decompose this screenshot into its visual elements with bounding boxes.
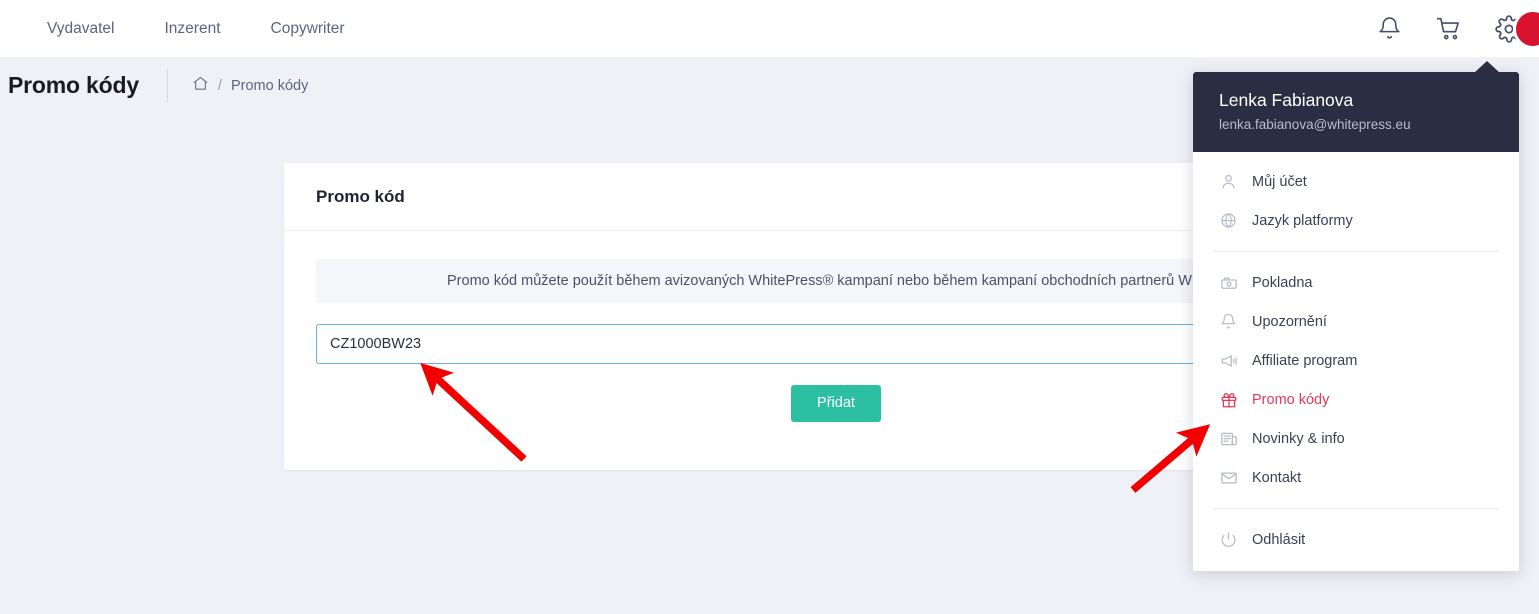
menu-item-label: Promo kódy (1252, 391, 1330, 408)
topnav-item-vydavatel[interactable]: Vydavatel (22, 0, 140, 57)
home-icon[interactable] (192, 75, 209, 96)
menu-item-upozorneni[interactable]: Upozornění (1193, 302, 1519, 341)
menu-separator-1 (1213, 251, 1499, 252)
power-icon (1219, 530, 1238, 549)
gift-icon (1219, 390, 1238, 409)
menu-item-label: Pokladna (1252, 274, 1313, 291)
topbar-icon-group (1359, 0, 1539, 57)
menu-item-kontakt[interactable]: Kontakt (1193, 458, 1519, 497)
card-title: Promo kód (316, 186, 405, 206)
dropdown-user-header: Lenka Fabianova lenka.fabianova@whitepre… (1193, 72, 1519, 152)
menu-item-odhlasit[interactable]: Odhlásit (1193, 520, 1519, 559)
bell-icon[interactable] (1359, 0, 1419, 57)
app-root: Vydavatel Inzerent Copywriter Promo kódy… (0, 0, 1539, 614)
menu-item-promo-kody[interactable]: Promo kódy (1193, 380, 1519, 419)
breadcrumb-separator: / (217, 77, 222, 94)
menu-item-label: Kontakt (1252, 469, 1302, 486)
cart-icon[interactable] (1419, 0, 1479, 57)
menu-item-label: Odhlásit (1252, 531, 1306, 548)
menu-item-pokladna[interactable]: Pokladna (1193, 263, 1519, 302)
topnav-item-copywriter[interactable]: Copywriter (246, 0, 370, 57)
primary-nav: Vydavatel Inzerent Copywriter (22, 0, 370, 57)
menu-item-jazyk-platformy[interactable]: Jazyk platformy (1193, 201, 1519, 240)
page-title: Promo kódy (8, 72, 139, 98)
menu-item-novinky-info[interactable]: Novinky & info (1193, 419, 1519, 458)
menu-separator-2 (1213, 508, 1499, 509)
menu-item-label: Upozornění (1252, 313, 1327, 330)
megaphone-icon (1219, 351, 1238, 370)
topnav-item-inzerent[interactable]: Inzerent (140, 0, 246, 57)
menu-item-muj-ucet[interactable]: Můj účet (1193, 162, 1519, 201)
menu-item-label: Můj účet (1252, 173, 1307, 190)
menu-item-affiliate-program[interactable]: Affiliate program (1193, 341, 1519, 380)
user-menu-dropdown: Lenka Fabianova lenka.fabianova@whitepre… (1193, 61, 1519, 571)
envelope-icon (1219, 468, 1238, 487)
header-divider (166, 68, 168, 103)
user-icon (1219, 172, 1238, 191)
menu-item-label: Novinky & info (1252, 430, 1345, 447)
add-promo-button[interactable]: Přidat (791, 385, 881, 422)
menu-item-label: Affiliate program (1252, 352, 1358, 369)
breadcrumb-current[interactable]: Promo kódy (231, 78, 308, 94)
bell-icon (1219, 312, 1238, 331)
news-icon (1219, 429, 1238, 448)
top-navigation-bar: Vydavatel Inzerent Copywriter (0, 0, 1539, 57)
menu-item-label: Jazyk platformy (1252, 212, 1353, 229)
dropdown-notch (1474, 61, 1500, 73)
dropdown-menu-list: Můj účet Jazyk platformy Pokladna Upozor… (1193, 152, 1519, 571)
dropdown-user-email: lenka.fabianova@whitepress.eu (1219, 117, 1411, 132)
globe-icon (1219, 211, 1238, 230)
cash-register-icon (1219, 273, 1238, 292)
dropdown-user-name: Lenka Fabianova (1219, 90, 1354, 110)
breadcrumb: / Promo kódy (192, 75, 308, 96)
